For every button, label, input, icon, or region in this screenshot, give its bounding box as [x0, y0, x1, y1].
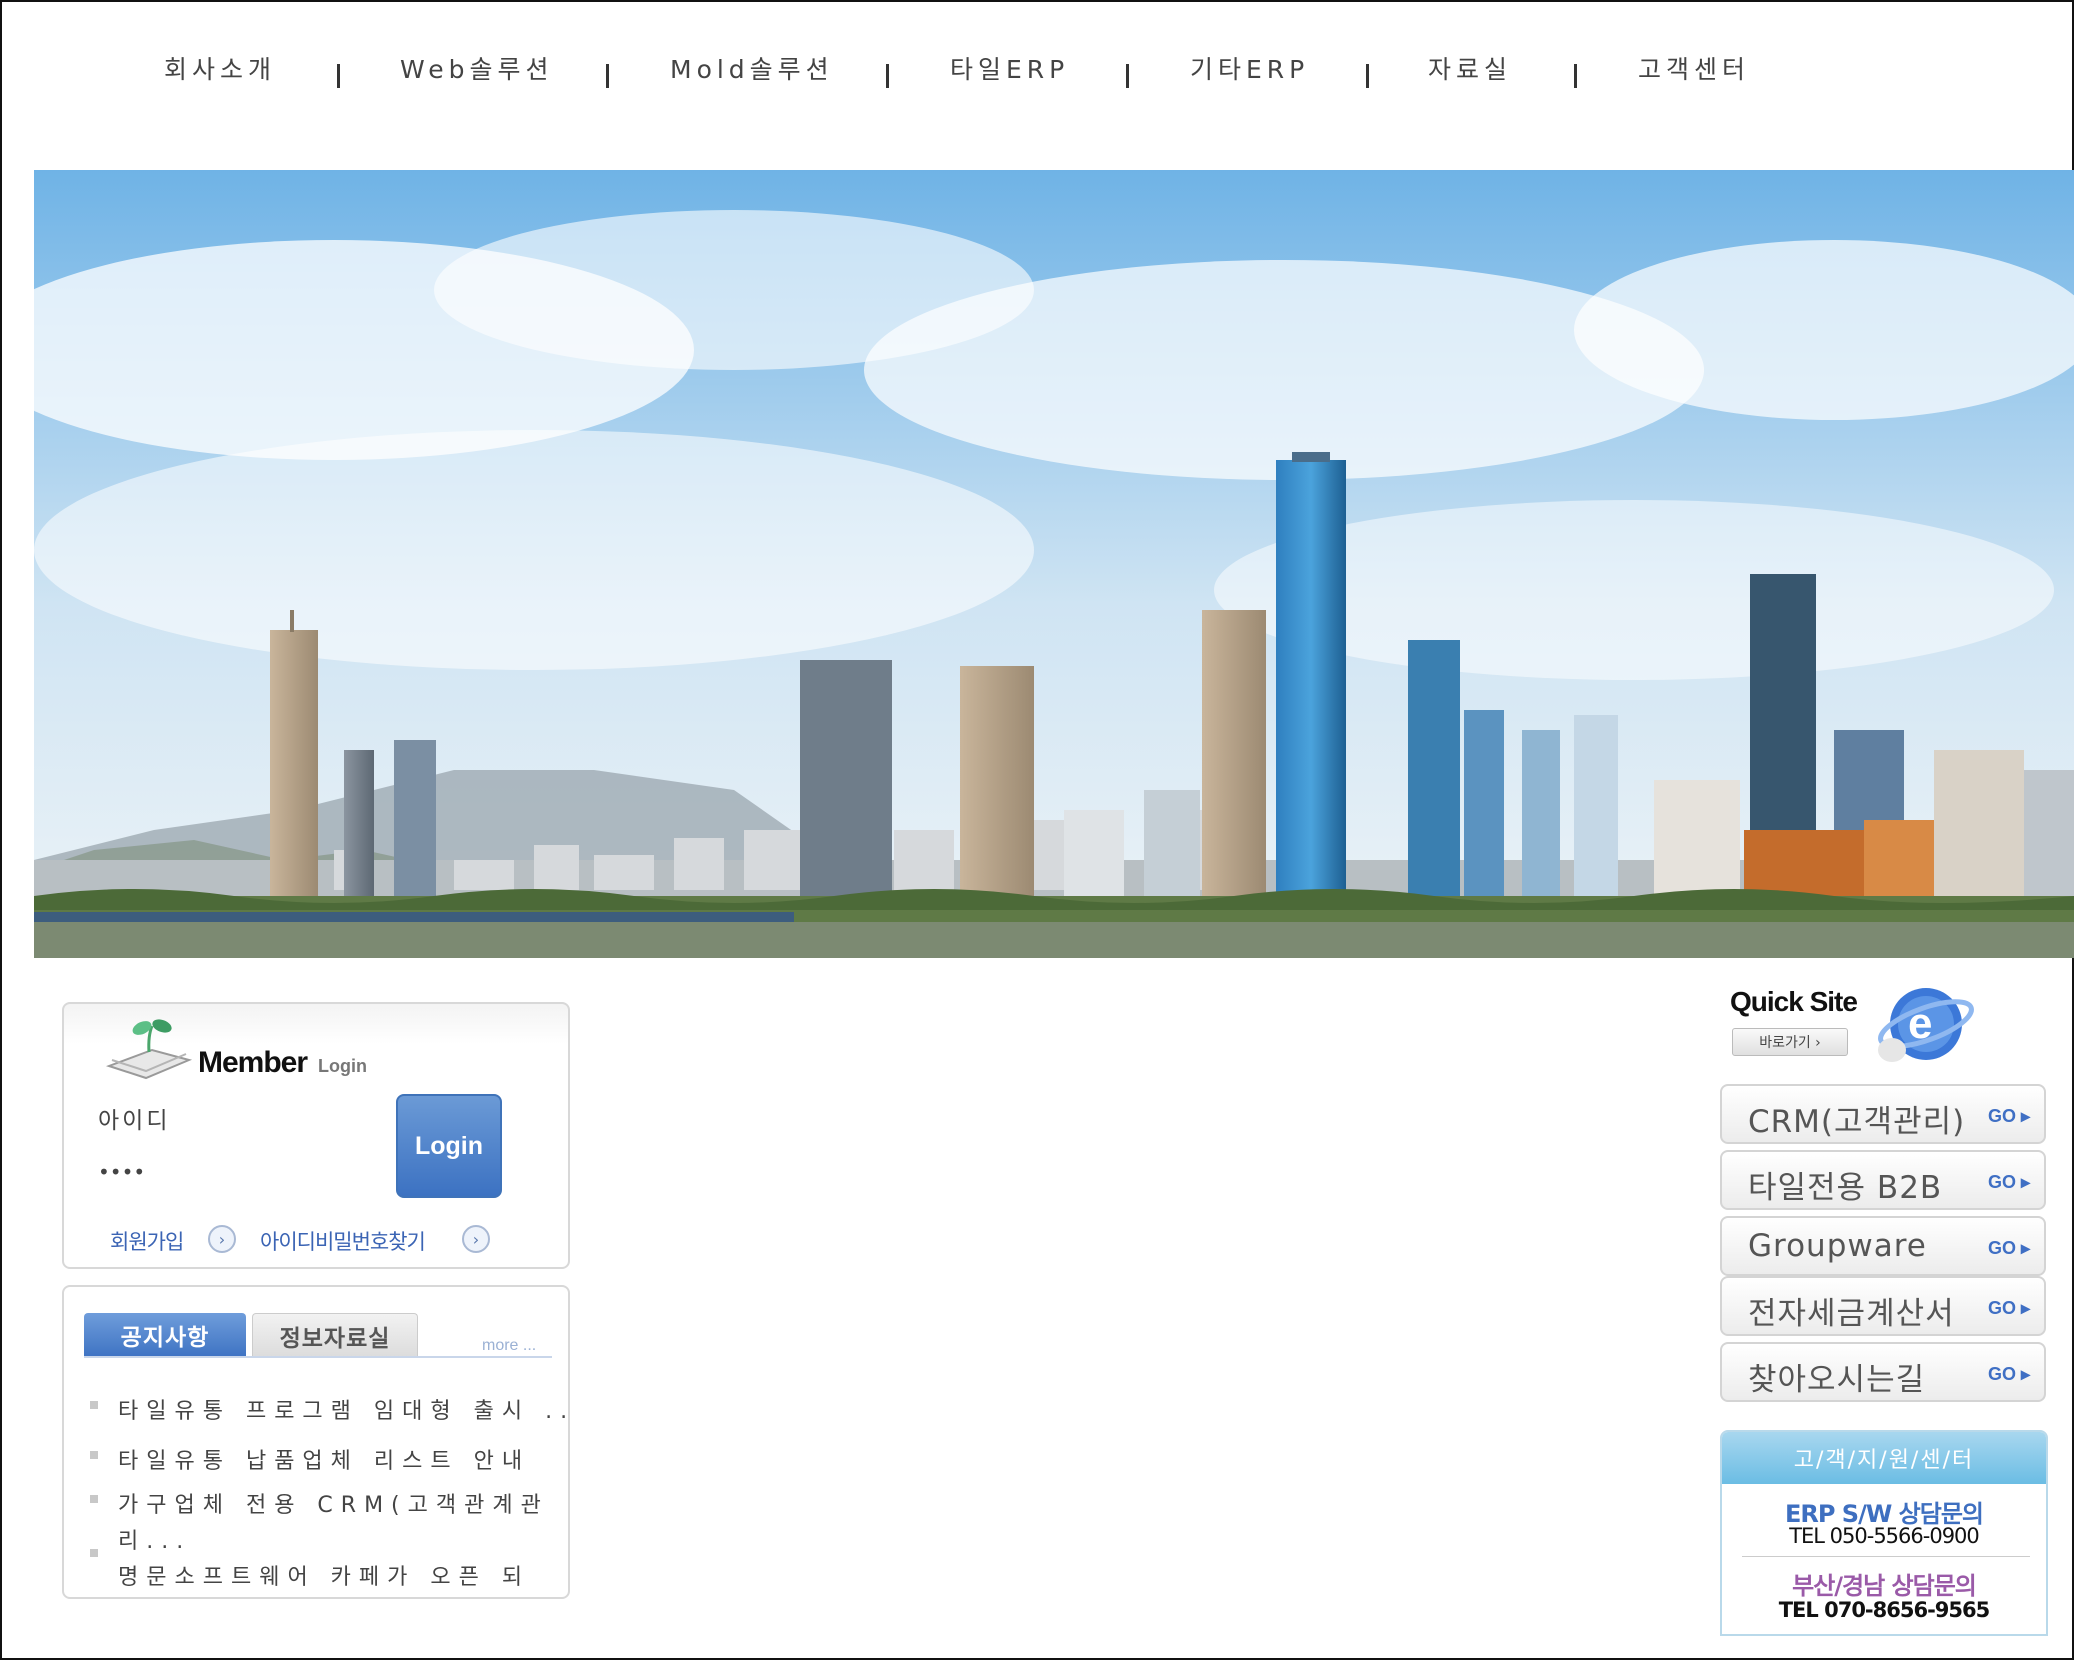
join-arrow-icon[interactable]: ›: [208, 1225, 236, 1253]
support-header: 고/객/지/원/센/터: [1722, 1432, 2046, 1484]
nav-item-web-solution[interactable]: Web솔루션: [400, 50, 554, 86]
password-input[interactable]: [98, 1152, 388, 1192]
cityscape-illustration: [34, 170, 2074, 958]
find-account-link[interactable]: 아이디비밀번호찾기: [260, 1226, 426, 1256]
hero-cityscape-image: [34, 170, 2074, 958]
go-arrow-icon: GO ▸: [1987, 1172, 2030, 1192]
find-arrow-icon[interactable]: ›: [462, 1225, 490, 1253]
nav-divider: [1126, 64, 1129, 88]
quick-site-shortcut-button[interactable]: 바로가기 ›: [1732, 1028, 1848, 1056]
notice-item[interactable]: 명문소프트웨어 카페가 오픈 되: [118, 1559, 530, 1591]
join-link[interactable]: 회원가입: [110, 1226, 184, 1256]
quick-link-groupware[interactable]: Groupware GO ▸: [1720, 1216, 2046, 1276]
customer-support-box: 고/객/지/원/센/터 ERP S/W 상담문의 TEL 050-5566-09…: [1720, 1430, 2048, 1636]
bullet-icon: [90, 1495, 98, 1503]
member-title: Member: [198, 1046, 308, 1079]
support-erp-tel: TEL 050-5566-0900: [1789, 1524, 1980, 1548]
nav-item-mold-solution[interactable]: Mold솔루션: [670, 50, 834, 86]
notice-item[interactable]: 타일유통 프로그램 임대형 출시 ...: [118, 1393, 568, 1425]
nav-divider: [337, 64, 340, 88]
go-arrow-icon: GO ▸: [1987, 1364, 2030, 1384]
nav-item-company[interactable]: 회사소개: [164, 50, 276, 86]
nav-item-tile-erp[interactable]: 타일ERP: [950, 50, 1069, 86]
nav-divider: [1574, 64, 1577, 88]
member-login-box: Member Login Login 회원가입 › 아이디비밀번호찾기 ›: [62, 1002, 570, 1269]
id-input[interactable]: [98, 1098, 388, 1138]
bullet-icon: [90, 1401, 98, 1409]
login-button[interactable]: Login: [396, 1094, 502, 1198]
notice-box: 공지사항 정보자료실 more ... 타일유통 프로그램 임대형 출시 ...…: [62, 1285, 570, 1599]
svg-text:e: e: [1908, 999, 1932, 1048]
member-subtitle: Login: [318, 1056, 367, 1076]
tab-underline: [84, 1356, 552, 1358]
quick-link-e-tax-invoice[interactable]: 전자세금계산서 GO ▸: [1720, 1276, 2046, 1336]
tab-info-archive[interactable]: 정보자료실: [252, 1313, 418, 1357]
support-divider: [1742, 1556, 2030, 1557]
quick-link-tile-b2b[interactable]: 타일전용 B2B GO ▸: [1720, 1150, 2046, 1210]
go-arrow-icon: GO ▸: [1987, 1106, 2030, 1126]
bullet-icon: [90, 1549, 98, 1557]
more-link[interactable]: more ...: [482, 1337, 536, 1355]
nav-divider: [1366, 64, 1369, 88]
support-busan-tel: TEL 070-8656-9565: [1778, 1598, 1991, 1622]
bullet-icon: [90, 1451, 98, 1459]
quick-site-title: Quick Site: [1730, 986, 1858, 1017]
notice-item[interactable]: 타일유통 납품업체 리스트 안내: [118, 1443, 530, 1475]
book-sprout-icon: [105, 1019, 193, 1080]
nav-item-other-erp[interactable]: 기타ERP: [1190, 50, 1309, 86]
notice-item-continued[interactable]: 리...: [118, 1523, 191, 1555]
nav-divider: [886, 64, 889, 88]
nav-item-customer-center[interactable]: 고객센터: [1638, 50, 1750, 86]
go-arrow-icon: GO ▸: [1987, 1238, 2030, 1258]
quick-link-crm[interactable]: CRM(고객관리) GO ▸: [1720, 1084, 2046, 1144]
quick-link-directions[interactable]: 찾아오시는길 GO ▸: [1720, 1342, 2046, 1402]
notice-item[interactable]: 가구업체 전용 CRM(고객관계관: [118, 1487, 549, 1519]
tab-notice[interactable]: 공지사항: [84, 1313, 246, 1357]
go-arrow-icon: GO ▸: [1987, 1298, 2030, 1318]
nav-divider: [606, 64, 609, 88]
nav-item-archive[interactable]: 자료실: [1428, 50, 1512, 86]
top-nav: 회사소개 Web솔루션 Mold솔루션 타일ERP 기타ERP 자료실 고객센터: [0, 50, 2074, 100]
support-busan-title: 부산/경남 상담문의: [1792, 1572, 1977, 1600]
internet-explorer-icon: e: [1878, 988, 1974, 1062]
